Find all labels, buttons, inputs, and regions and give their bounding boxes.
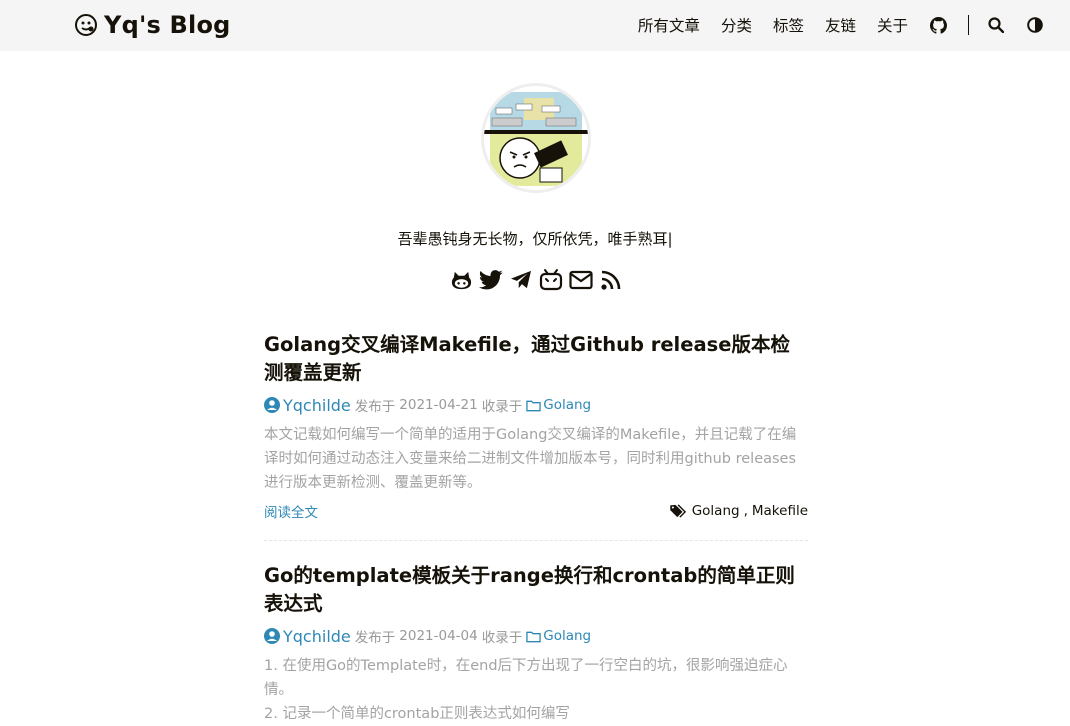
tags-icon bbox=[669, 504, 686, 518]
twitter-icon[interactable] bbox=[479, 268, 503, 292]
folder-icon bbox=[526, 400, 541, 411]
post-summary-line: 2. 记录一个简单的crontab正则表达式如何编写 bbox=[264, 706, 570, 722]
search-icon[interactable] bbox=[987, 16, 1005, 34]
user-icon bbox=[264, 628, 280, 644]
post-author[interactable]: Yqchilde bbox=[264, 396, 351, 415]
nav-friends[interactable]: 友链 bbox=[825, 14, 856, 36]
github-icon[interactable] bbox=[449, 268, 473, 292]
telegram-icon[interactable] bbox=[509, 268, 533, 292]
github-icon[interactable] bbox=[929, 16, 947, 34]
post-summary: 本文记载如何编写一个简单的适用于Golang交叉编译的Makefile，并且记载… bbox=[264, 427, 797, 491]
site-title[interactable]: Yq's Blog bbox=[104, 11, 231, 39]
user-icon bbox=[264, 397, 280, 413]
folder-icon bbox=[526, 631, 541, 642]
avatar bbox=[484, 86, 588, 190]
nav-about[interactable]: 关于 bbox=[877, 14, 908, 36]
category-prefix: 收录于 bbox=[481, 399, 523, 415]
post-category-name[interactable]: Golang bbox=[543, 628, 591, 644]
post-title[interactable]: Go的template模板关于range换行和crontab的简单正则表达式 bbox=[264, 562, 808, 618]
read-more-link[interactable]: 阅读全文 bbox=[264, 501, 318, 521]
post-summary-line: 1. 在使用Go的Template时，在end后下方出现了一行空白的坑，很影响强… bbox=[264, 658, 788, 698]
post-title[interactable]: Golang交叉编译Makefile，通过Github release版本检测覆… bbox=[264, 331, 808, 387]
post-divider bbox=[264, 540, 808, 541]
published-prefix: 发布于 bbox=[354, 399, 396, 415]
post-author[interactable]: Yqchilde bbox=[264, 627, 351, 646]
post-category-name[interactable]: Golang bbox=[543, 397, 591, 413]
rss-icon[interactable] bbox=[599, 268, 623, 292]
logo-icon bbox=[75, 14, 97, 36]
site-logo[interactable]: Yq's Blog bbox=[74, 11, 231, 39]
social-links bbox=[449, 268, 623, 292]
nav-all-posts[interactable]: 所有文章 bbox=[638, 14, 700, 36]
tag-link[interactable]: Golang bbox=[692, 503, 740, 519]
avatar-image bbox=[484, 86, 588, 190]
post-date: 2021-04-04 bbox=[399, 628, 478, 644]
post-meta: Yqchilde 发布于 2021-04-21 收录于 Golang bbox=[264, 395, 808, 415]
nav-divider bbox=[968, 15, 969, 35]
post-author-name[interactable]: Yqchilde bbox=[283, 396, 351, 415]
tag-link[interactable]: Makefile bbox=[752, 503, 808, 519]
post-meta: Yqchilde 发布于 2021-04-04 收录于 Golang bbox=[264, 626, 808, 646]
nav-categories[interactable]: 分类 bbox=[721, 14, 752, 36]
bilibili-icon[interactable] bbox=[539, 268, 563, 292]
post-card: Golang交叉编译Makefile，通过Github release版本检测覆… bbox=[264, 331, 808, 521]
post-footer: 阅读全文 Golang, Makefile bbox=[264, 501, 808, 521]
theme-toggle-icon[interactable] bbox=[1026, 16, 1044, 34]
post-author-name[interactable]: Yqchilde bbox=[283, 627, 351, 646]
post-summary: 1. 在使用Go的Template时，在end后下方出现了一行空白的坑，很影响强… bbox=[264, 654, 808, 726]
site-header: Yq's Blog 所有文章 分类 标签 友链 关于 bbox=[0, 0, 1070, 51]
post-tags: Golang, Makefile bbox=[669, 503, 808, 519]
site-subtitle: 吾辈愚钝身无长物，仅所依凭，唯手熟耳| bbox=[397, 230, 673, 248]
post-category[interactable]: Golang bbox=[526, 628, 591, 644]
post-category[interactable]: Golang bbox=[526, 397, 591, 413]
post-date: 2021-04-21 bbox=[399, 397, 478, 413]
post-card: Go的template模板关于range换行和crontab的简单正则表达式 Y… bbox=[264, 562, 808, 726]
top-nav: 所有文章 分类 标签 友链 关于 bbox=[638, 13, 1044, 37]
nav-tags[interactable]: 标签 bbox=[773, 14, 804, 36]
category-prefix: 收录于 bbox=[481, 630, 523, 646]
email-icon[interactable] bbox=[569, 268, 593, 292]
tag-separator: , bbox=[743, 503, 748, 519]
published-prefix: 发布于 bbox=[354, 630, 396, 646]
